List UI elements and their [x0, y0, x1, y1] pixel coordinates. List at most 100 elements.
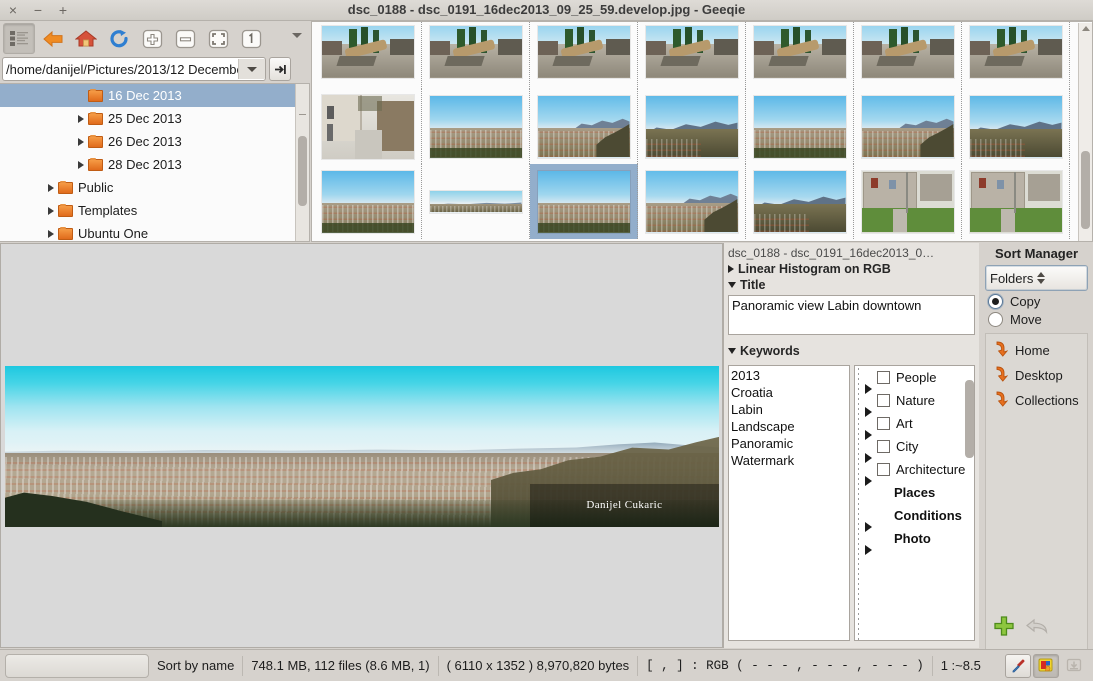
thumbnail-cell[interactable]: [746, 89, 854, 164]
keyword-item[interactable]: Croatia: [731, 384, 847, 401]
thumbnail-cell[interactable]: [530, 22, 638, 89]
thumbnail-cell[interactable]: [962, 22, 1070, 89]
move-radio-row[interactable]: Move: [980, 309, 1093, 327]
keyword-list[interactable]: 2013 Croatia Labin Landscape Panoramic Waterm…: [728, 365, 850, 641]
thumbnail-cell[interactable]: [746, 22, 854, 89]
home-button[interactable]: [71, 24, 101, 53]
tree-item-public[interactable]: Public: [0, 176, 309, 199]
thumbnail-scrollbar[interactable]: [1078, 23, 1092, 241]
tree-scroll-thumb[interactable]: [298, 136, 307, 206]
color-management-button[interactable]: [1033, 653, 1059, 678]
tree-expander-icon[interactable]: [74, 89, 88, 103]
thumbnail-cell[interactable]: [638, 164, 746, 239]
undo-button[interactable]: [1025, 616, 1049, 639]
back-button[interactable]: [38, 24, 68, 53]
keyword-tree-label: Architecture: [896, 462, 966, 477]
thumbnail-cell[interactable]: [314, 22, 422, 89]
keyword-tree-item-art[interactable]: Art: [855, 412, 974, 440]
keyword-checkbox[interactable]: [877, 463, 890, 476]
keyword-item[interactable]: Panoramic: [731, 435, 847, 452]
tree-expander-icon[interactable]: [44, 204, 58, 218]
image-viewer[interactable]: Danijel Cukaric: [0, 243, 723, 648]
tree-expander-icon[interactable]: [44, 181, 58, 195]
keyword-item[interactable]: 2013: [731, 367, 847, 384]
tree-item-ubuntu-one[interactable]: Ubuntu One: [0, 222, 309, 241]
keyword-tree-item-places[interactable]: Places: [855, 481, 974, 504]
keyword-checkbox[interactable]: [877, 417, 890, 430]
path-dropdown-button[interactable]: [238, 59, 265, 79]
title-input[interactable]: Panoramic view Labin downtown: [728, 295, 975, 335]
zoom-in-button[interactable]: [137, 24, 167, 53]
thumbnail-cell[interactable]: [854, 164, 962, 239]
thumbnail-cell[interactable]: [854, 22, 962, 89]
toolbar-overflow-icon[interactable]: [292, 33, 302, 38]
copy-radio-row[interactable]: Copy: [980, 291, 1093, 309]
tree-expander-icon[interactable]: [74, 112, 88, 126]
add-bookmark-button[interactable]: [993, 615, 1015, 640]
move-radio[interactable]: [988, 312, 1003, 327]
refresh-button[interactable]: [104, 24, 134, 53]
keyword-tree-item-architecture[interactable]: Architecture: [855, 458, 974, 486]
tree-expander-icon[interactable]: [74, 135, 88, 149]
keyword-tree-item-people[interactable]: People: [855, 366, 974, 394]
thumbnail-cell[interactable]: [638, 89, 746, 164]
keyword-checkbox[interactable]: [877, 371, 890, 384]
zoom-status[interactable]: 1 :~8.5: [933, 653, 989, 679]
zoom-out-button[interactable]: [170, 24, 200, 53]
spinner-icon[interactable]: [1036, 272, 1084, 284]
sort-mode-combo[interactable]: Folders: [985, 265, 1088, 291]
thumbnail-cell[interactable]: [962, 89, 1070, 164]
color-picker-button[interactable]: [1005, 653, 1031, 678]
tree-item-16-dec-2013[interactable]: 16 Dec 2013: [0, 84, 309, 107]
thumbnail-cell[interactable]: [422, 22, 530, 89]
thumbnail-cell[interactable]: [422, 164, 530, 239]
thumbnail-scroll-thumb[interactable]: [1081, 151, 1090, 229]
bookmark-collections[interactable]: Collections: [986, 388, 1087, 413]
keyword-tree[interactable]: People Nature Art City Architecture Places Con…: [854, 365, 975, 641]
thumbnail-cell[interactable]: [422, 89, 530, 164]
thumbnail-cell[interactable]: [314, 164, 422, 239]
path-combo[interactable]: /home/danijel/Pictures/2013/12 December: [2, 57, 266, 81]
path-input[interactable]: /home/danijel/Pictures/2013/12 December: [3, 62, 238, 77]
tree-item-28-dec-2013[interactable]: 28 Dec 2013: [0, 153, 309, 176]
bookmark-list[interactable]: Home Desktop Collections: [985, 333, 1088, 654]
thumbnail-cell[interactable]: [638, 22, 746, 89]
fit-window-button[interactable]: [203, 24, 233, 53]
tree-item-26-dec-2013[interactable]: 26 Dec 2013: [0, 130, 309, 153]
keyword-checkbox[interactable]: [877, 440, 890, 453]
tree-item-25-dec-2013[interactable]: 25 Dec 2013: [0, 107, 309, 130]
zoom-1-1-button[interactable]: [236, 24, 266, 53]
histogram-section-header[interactable]: Linear Histogram on RGB: [724, 261, 979, 277]
keyword-item[interactable]: Landscape: [731, 418, 847, 435]
keyword-tree-item-conditions[interactable]: Conditions: [855, 504, 974, 532]
tree-expander-icon[interactable]: [44, 227, 58, 241]
tree-item-templates[interactable]: Templates: [0, 199, 309, 222]
keyword-checkbox[interactable]: [877, 394, 890, 407]
thumbnail-cell[interactable]: [962, 164, 1070, 239]
keyword-tree-item-nature[interactable]: Nature: [855, 389, 974, 417]
save-metadata-button[interactable]: [1061, 654, 1087, 678]
sort-mode-status[interactable]: Sort by name: [149, 653, 242, 679]
thumbnail-cell[interactable]: [530, 89, 638, 164]
thumbnail-cell[interactable]: [314, 89, 422, 164]
path-go-button[interactable]: [269, 57, 291, 81]
title-section-header[interactable]: Title: [724, 277, 979, 293]
keyword-item[interactable]: Watermark: [731, 452, 847, 469]
thumbnail-cell[interactable]: [530, 164, 638, 239]
thumbnail-cell[interactable]: [746, 164, 854, 239]
thumbnails-toggle-button[interactable]: [3, 23, 35, 54]
keyword-tree-scroll-thumb[interactable]: [965, 380, 974, 458]
bookmark-home[interactable]: Home: [986, 338, 1087, 363]
copy-radio[interactable]: [988, 294, 1003, 309]
tree-scrollbar[interactable]: [295, 84, 309, 241]
keyword-tree-item-city[interactable]: City: [855, 435, 974, 463]
keyword-item[interactable]: Labin: [731, 401, 847, 418]
keywords-section-header[interactable]: Keywords: [724, 343, 979, 359]
folder-tree[interactable]: 16 Dec 2013 25 Dec 2013 26 Dec 2013 28 Dec …: [0, 83, 310, 242]
bookmark-desktop[interactable]: Desktop: [986, 363, 1087, 388]
keyword-tree-item-photo[interactable]: Photo: [855, 527, 974, 555]
tree-expander-icon[interactable]: [74, 158, 88, 172]
scroll-up-icon[interactable]: [1082, 26, 1090, 31]
thumbnail-cell[interactable]: [854, 89, 962, 164]
thumbnail-grid[interactable]: [311, 21, 1093, 242]
